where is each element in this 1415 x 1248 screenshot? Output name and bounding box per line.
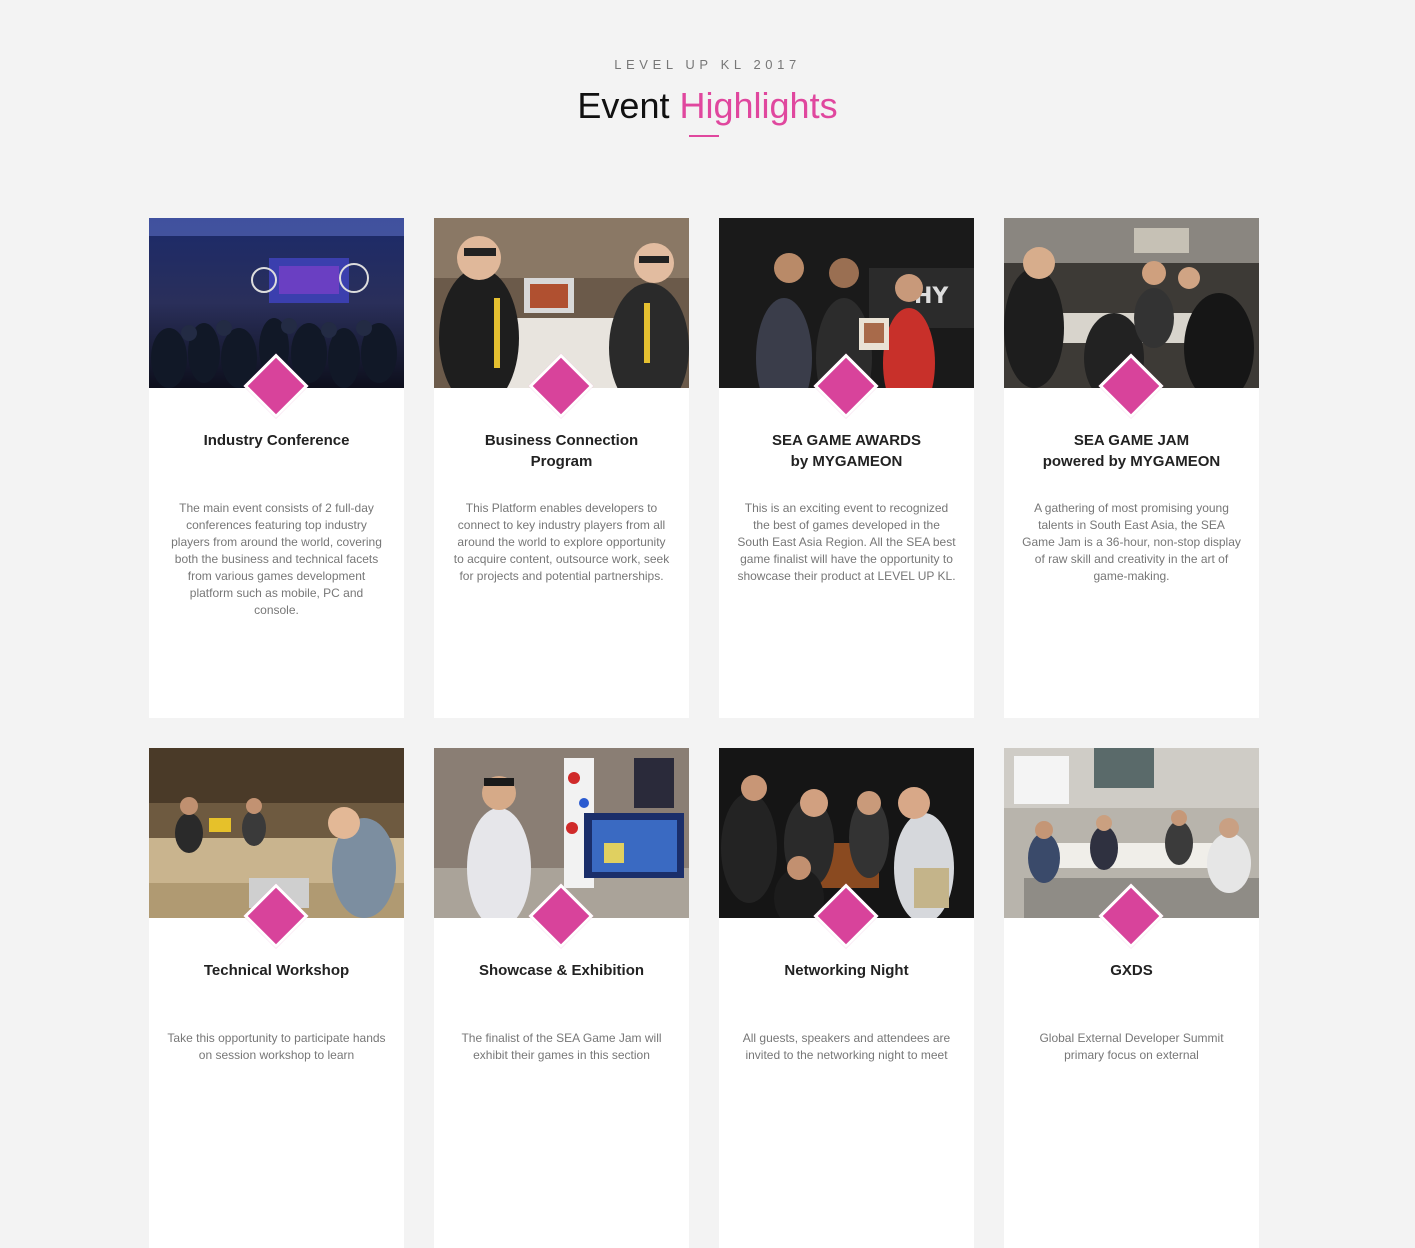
card-description: A gathering of most promising young tale… (1022, 501, 1241, 583)
highlight-card-technical-workshop[interactable]: Technical Workshop Take this opportunity… (149, 748, 404, 1248)
card-title-line-1: Networking Night (784, 962, 909, 979)
card-title-line-1: GXDS (1110, 962, 1153, 979)
card-description: This Platform enables developers to conn… (453, 501, 670, 583)
title-underline (689, 135, 719, 137)
highlight-card-gxds[interactable]: GXDS Global External Developer Summit pr… (1004, 748, 1259, 1248)
highlight-card-networking-night[interactable]: Networking Night All guests, speakers an… (719, 748, 974, 1248)
card-description: The main event consists of 2 full-day co… (171, 501, 382, 617)
card-title: Industry Conference (159, 430, 394, 451)
section-title: Event Highlights (0, 84, 1415, 128)
title-part-1: Event (577, 85, 670, 126)
card-title-line-1: Industry Conference (203, 432, 350, 449)
highlight-card-sea-game-jam[interactable]: SEA GAME JAM powered by MYGAMEON A gathe… (1004, 218, 1259, 718)
card-title: Business Connection Program (444, 430, 679, 472)
card-title-line-1: Showcase & Exhibition (478, 962, 645, 979)
card-title-line-1: SEA GAME AWARDS (772, 432, 921, 449)
section-eyebrow: LEVEL UP KL 2017 (614, 57, 801, 72)
highlight-card-industry-conference[interactable]: Industry Conference The main event consi… (149, 218, 404, 718)
card-title-line-2: by MYGAMEON (790, 453, 903, 470)
card-description: All guests, speakers and attendees are i… (742, 1031, 951, 1062)
card-description: Take this opportunity to participate han… (167, 1031, 386, 1062)
card-title-line-1: Technical Workshop (203, 962, 350, 979)
card-title: SEA GAME AWARDS by MYGAMEON (729, 430, 964, 472)
card-title-line-2: Program (530, 453, 593, 470)
highlight-card-business-connection[interactable]: Business Connection Program This Platfor… (434, 218, 689, 718)
title-part-2-accent: Highlights (679, 85, 838, 126)
card-title: Showcase & Exhibition (444, 960, 679, 981)
card-title: Technical Workshop (159, 960, 394, 981)
card-description: Global External Developer Summit primary… (1039, 1031, 1224, 1062)
card-title-line-1: SEA GAME JAM (1073, 432, 1190, 449)
card-description: This is an exciting event to recognized … (737, 501, 956, 583)
highlight-card-sea-game-awards[interactable]: HY SEA GAME AWARDS by MYGAMEON This is a… (719, 218, 974, 718)
card-title: GXDS (1014, 960, 1249, 981)
card-title: SEA GAME JAM powered by MYGAMEON (1014, 430, 1249, 472)
highlight-card-showcase-exhibition[interactable]: Showcase & Exhibition The finalist of th… (434, 748, 689, 1248)
card-title: Networking Night (729, 960, 964, 981)
card-title-line-2: powered by MYGAMEON (1042, 453, 1221, 470)
card-description: The finalist of the SEA Game Jam will ex… (461, 1031, 662, 1062)
card-title-line-1: Business Connection (484, 432, 639, 449)
